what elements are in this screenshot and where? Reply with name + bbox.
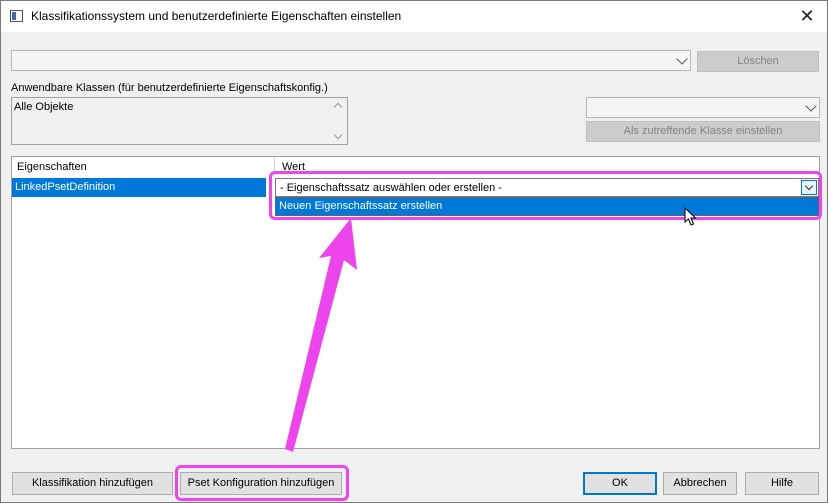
add-pset-configuration-label: Pset Konfiguration hinzufügen — [187, 477, 335, 489]
delete-button[interactable]: Löschen — [697, 51, 819, 72]
property-name: LinkedPsetDefinition — [15, 181, 116, 193]
add-classification-label: Klassifikation hinzufügen — [31, 477, 154, 489]
mouse-pointer-icon — [684, 207, 697, 226]
column-header-value: Wert — [282, 161, 306, 173]
add-pset-configuration-button[interactable]: Pset Konfiguration hinzufügen — [180, 472, 342, 495]
property-grid: Eigenschaften Wert LinkedPsetDefinition … — [11, 156, 820, 449]
chevron-down-icon — [805, 99, 817, 112]
delete-button-label: Löschen — [737, 55, 779, 67]
dropdown-option-label: Neuen Eigenschaftssatz erstellen — [279, 200, 443, 212]
classification-system-combo[interactable] — [11, 50, 691, 71]
arrow-shape — [285, 218, 357, 452]
title-bar: Klassifikationssystem und benutzerdefini… — [1, 1, 827, 32]
close-icon[interactable]: ✕ — [795, 4, 819, 28]
ok-button[interactable]: OK — [583, 472, 657, 495]
chevron-down-icon[interactable] — [801, 180, 817, 195]
list-item[interactable]: Alle Objekte — [14, 101, 73, 113]
annotation-arrow — [285, 218, 357, 452]
ok-label: OK — [612, 477, 628, 489]
help-label: Hilfe — [770, 477, 793, 489]
class-combo[interactable] — [586, 97, 820, 118]
cancel-label: Abbrechen — [673, 477, 727, 489]
app-icon — [10, 10, 23, 22]
scroll-down-icon[interactable] — [333, 130, 343, 140]
cancel-button[interactable]: Abbrechen — [663, 472, 737, 495]
column-divider — [274, 157, 275, 177]
set-applicable-class-button[interactable]: Als zutreffende Klasse einstellen — [586, 121, 820, 142]
property-value-text: - Eigenschaftssatz auswählen oder erstel… — [280, 182, 502, 194]
help-button[interactable]: Hilfe — [745, 472, 819, 495]
add-classification-button[interactable]: Klassifikation hinzufügen — [12, 472, 173, 495]
property-value-combo[interactable]: - Eigenschaftssatz auswählen oder erstel… — [275, 178, 819, 197]
window-title: Klassifikationssystem und benutzerdefini… — [31, 9, 402, 23]
applicable-classes-label: Anwendbare Klassen (für benutzerdefinier… — [11, 82, 328, 94]
property-row-linkedpsetdefinition[interactable]: LinkedPsetDefinition — [12, 178, 266, 197]
value-dropdown-list: Neuen Eigenschaftssatz erstellen — [275, 197, 819, 216]
column-header-properties: Eigenschaften — [17, 161, 87, 173]
set-applicable-class-label: Als zutreffende Klasse einstellen — [623, 125, 783, 137]
chevron-down-icon — [676, 52, 688, 65]
dialog-window: Klassifikationssystem und benutzerdefini… — [0, 0, 828, 503]
dropdown-option-new-property-set[interactable]: Neuen Eigenschaftssatz erstellen — [276, 198, 818, 215]
applicable-classes-list[interactable]: Alle Objekte — [11, 97, 348, 145]
scroll-up-icon[interactable] — [333, 102, 343, 112]
vertical-scrollbar[interactable] — [331, 98, 347, 144]
